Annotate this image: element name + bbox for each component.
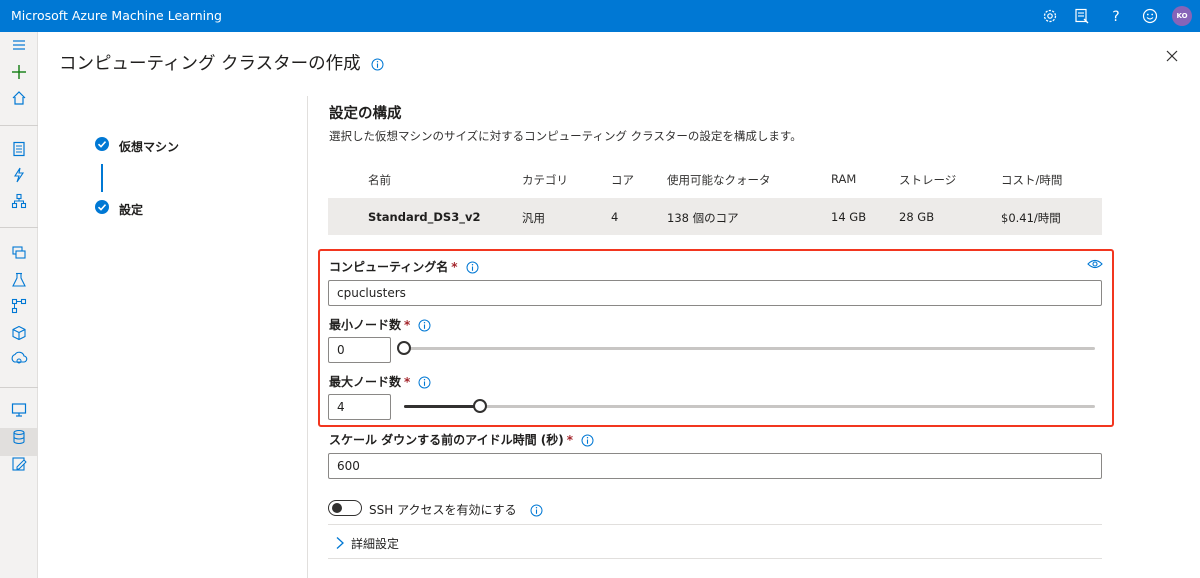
idle-time-label-text: スケール ダウンする前のアイドル時間 (秒) — [329, 433, 564, 447]
pipelines-icon[interactable] — [10, 297, 28, 315]
datasets-icon[interactable] — [10, 244, 28, 262]
cost-cell: $0.41/時間 — [1001, 211, 1061, 225]
min-nodes-label: 最小ノード数 * — [329, 316, 431, 333]
datastores-icon[interactable] — [10, 428, 28, 446]
max-nodes-label-text: 最大ノード数 — [329, 375, 402, 389]
chevron-right-icon — [336, 537, 344, 549]
hamburger-menu-icon[interactable] — [10, 36, 28, 54]
ssh-toggle[interactable] — [328, 500, 362, 516]
experiments-icon[interactable] — [10, 271, 28, 289]
gear-icon[interactable] — [1041, 7, 1059, 25]
storage-cell: 28 GB — [899, 210, 935, 224]
step-label: 仮想マシン — [119, 140, 180, 154]
required-marker: * — [451, 260, 458, 274]
add-icon[interactable] — [10, 63, 28, 81]
required-marker: * — [404, 375, 411, 389]
avatar[interactable]: KO — [1172, 6, 1192, 26]
category-cell: 汎用 — [522, 211, 545, 225]
slider-fill — [404, 405, 480, 408]
info-icon[interactable] — [466, 261, 479, 274]
step-connector — [101, 164, 103, 192]
column-header-quota: 使用可能なクォータ — [667, 173, 771, 187]
home-icon[interactable] — [10, 89, 28, 107]
top-bar: Microsoft Azure Machine Learning ? KO — [0, 0, 1200, 32]
endpoints-icon[interactable] — [10, 350, 28, 368]
slider-thumb[interactable] — [397, 341, 411, 355]
advanced-settings-expander[interactable]: 詳細設定 — [329, 532, 529, 554]
ssh-toggle-label-text: SSH アクセスを有効にする — [369, 503, 517, 517]
help-icon[interactable]: ? — [1107, 7, 1125, 25]
column-header-name: 名前 — [368, 173, 391, 187]
column-header-storage: ストレージ — [899, 173, 957, 187]
feedback-icon[interactable] — [1073, 7, 1091, 25]
cores-cell: 4 — [611, 210, 619, 224]
min-nodes-input[interactable]: 0 — [328, 337, 391, 363]
section-description: 選択した仮想マシンのサイズに対するコンピューティング クラスターの設定を構成しま… — [329, 129, 802, 143]
quota-cell: 138 個のコア — [667, 211, 739, 225]
ssh-toggle-label: SSH アクセスを有効にする — [369, 501, 543, 518]
advanced-settings-label: 詳細設定 — [351, 537, 400, 551]
step-complete-check-icon — [95, 200, 109, 214]
column-header-category: カテゴリ — [522, 173, 568, 187]
nav-separator — [0, 125, 38, 126]
step-label: 設定 — [119, 203, 144, 217]
slider-thumb[interactable] — [473, 399, 487, 413]
info-icon[interactable] — [371, 58, 384, 71]
info-icon[interactable] — [418, 376, 431, 389]
close-icon[interactable] — [1165, 49, 1179, 63]
info-icon[interactable] — [418, 319, 431, 332]
min-nodes-label-text: 最小ノード数 — [329, 318, 402, 332]
nav-separator — [0, 227, 38, 228]
nav-separator — [0, 387, 38, 388]
svg-text:?: ? — [1112, 9, 1119, 25]
models-icon[interactable] — [10, 324, 28, 342]
divider — [328, 558, 1102, 559]
max-nodes-label: 最大ノード数 * — [329, 373, 431, 390]
compute-name-label-text: コンピューティング名 — [329, 260, 449, 274]
column-header-cost: コスト/時間 — [1001, 173, 1063, 187]
toggle-knob — [332, 503, 342, 513]
column-header-cores: コア — [611, 173, 634, 187]
slider-track[interactable] — [404, 347, 1095, 350]
app-title[interactable]: Microsoft Azure Machine Learning — [11, 8, 222, 23]
stepper-divider — [307, 96, 308, 578]
idle-time-input[interactable]: 600 — [328, 453, 1102, 479]
compute-name-input[interactable]: cpuclusters — [328, 280, 1102, 306]
ram-cell: 14 GB — [831, 210, 867, 224]
compute-icon[interactable] — [10, 401, 28, 419]
idle-time-label: スケール ダウンする前のアイドル時間 (秒) * — [329, 431, 594, 448]
compute-name-label: コンピューティング名 * — [329, 258, 479, 275]
section-title: 設定の構成 — [329, 106, 402, 122]
highlight-box — [318, 249, 1114, 427]
required-marker: * — [566, 433, 574, 447]
info-icon[interactable] — [581, 434, 594, 447]
automl-icon[interactable] — [10, 166, 28, 184]
page-title: コンピューティング クラスターの作成 — [59, 50, 384, 75]
eye-icon[interactable] — [1087, 258, 1103, 270]
labeling-icon[interactable] — [10, 455, 28, 473]
max-nodes-input[interactable]: 4 — [328, 394, 391, 420]
step-complete-check-icon — [95, 137, 109, 151]
page-title-text: コンピューティング クラスターの作成 — [59, 54, 361, 74]
column-header-ram: RAM — [831, 172, 857, 186]
required-marker: * — [404, 318, 411, 332]
notebook-icon[interactable] — [10, 140, 28, 158]
create-cluster-panel: コンピューティング クラスターの作成 仮想マシン 設定 設定の構成 選択した仮想… — [38, 32, 1200, 578]
info-icon[interactable] — [530, 504, 543, 517]
slider-track[interactable] — [404, 405, 1095, 408]
smiley-icon[interactable] — [1141, 7, 1159, 25]
designer-icon[interactable] — [10, 192, 28, 210]
divider — [328, 524, 1102, 525]
vm-name-cell: Standard_DS3_v2 — [368, 210, 481, 224]
left-nav — [0, 32, 38, 578]
